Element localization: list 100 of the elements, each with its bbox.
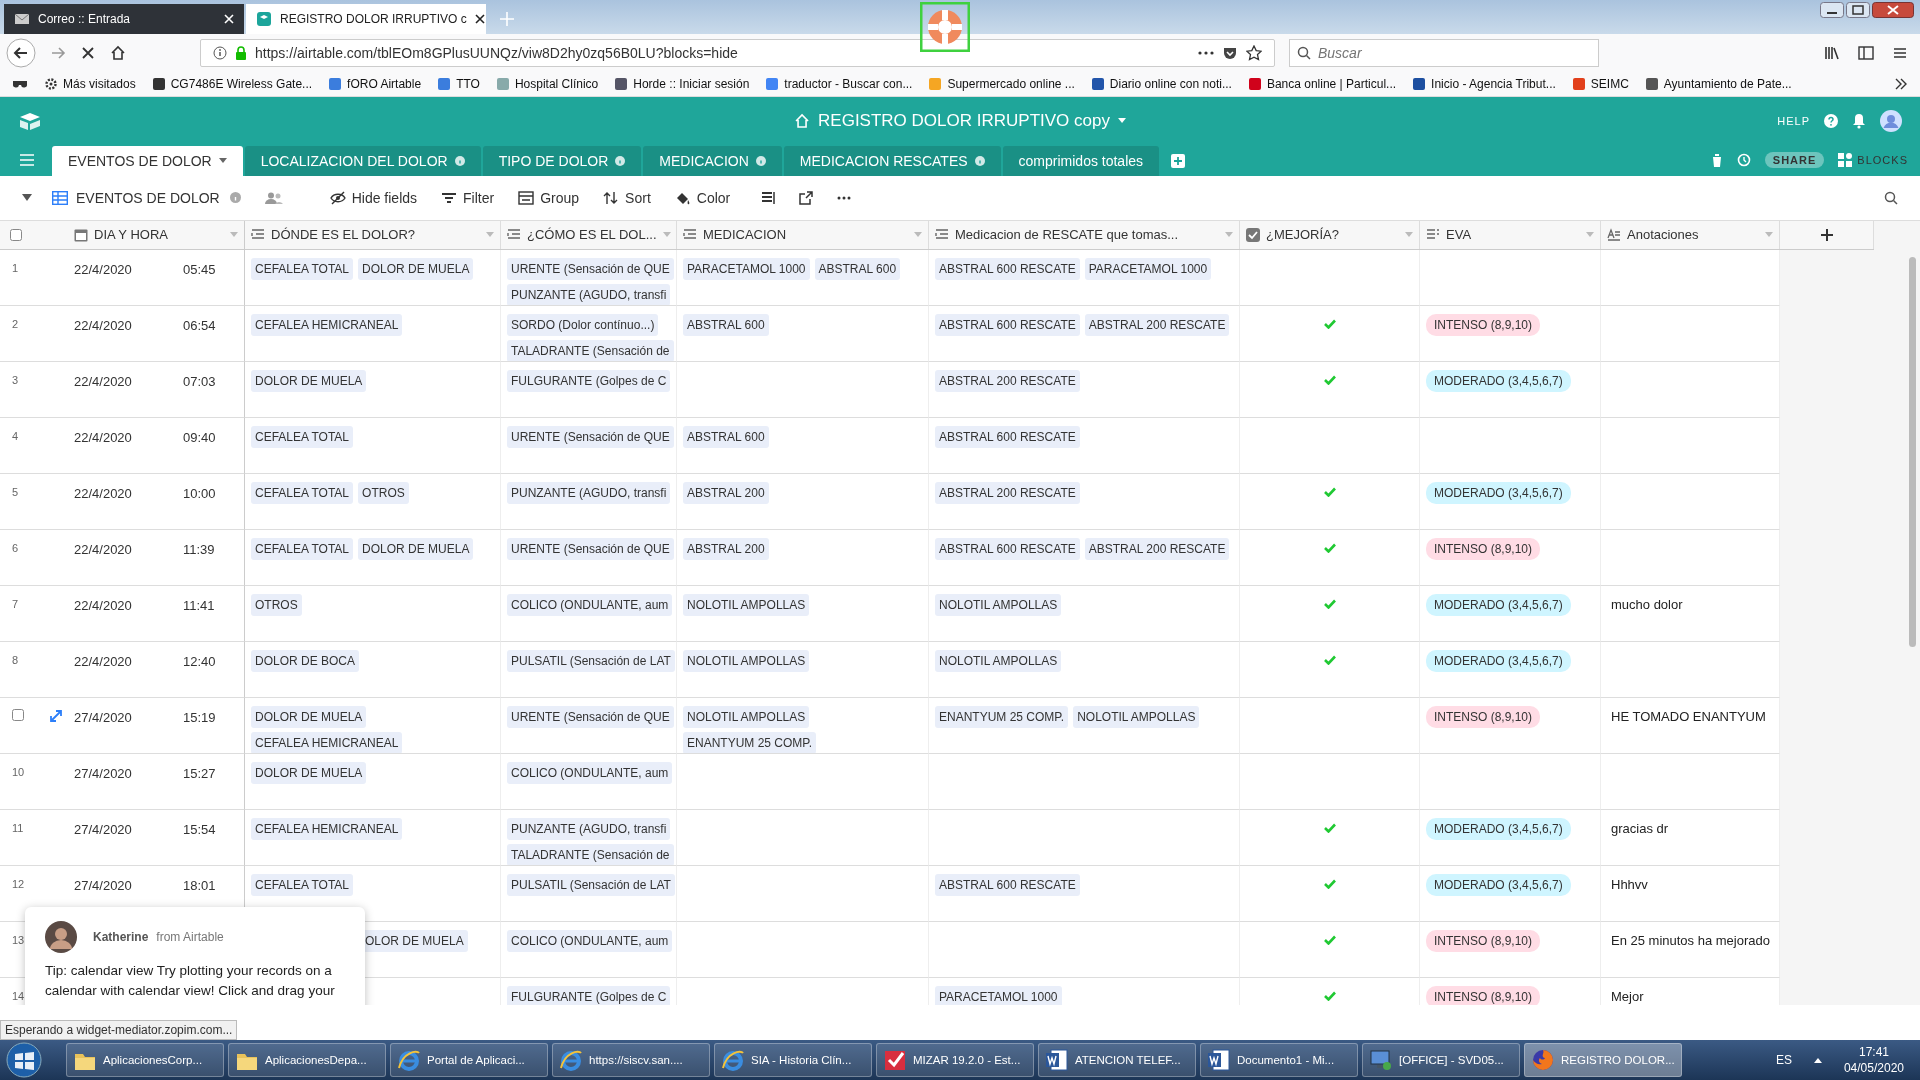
bookmark-link[interactable]: Horde :: Iniciar sesión: [614, 76, 750, 91]
table-tab[interactable]: MEDICACION RESCATES: [783, 145, 1001, 176]
taskbar-button[interactable]: REGISTRO DOLOR...: [1524, 1043, 1682, 1078]
bookmark-link[interactable]: Hospital Clínico: [495, 76, 599, 91]
chat-popup[interactable]: Katherine from Airtable Tip: calendar view Try plotting your records on a calendar with calendar view! Click and drag your: [25, 906, 365, 1006]
more-icon[interactable]: [837, 195, 852, 200]
tray-arrow-icon[interactable]: [1813, 1057, 1822, 1064]
history-icon[interactable]: [1736, 152, 1751, 167]
star-icon[interactable]: [1246, 44, 1262, 61]
bookmark-link[interactable]: SEIMC: [1571, 76, 1629, 91]
more-icon[interactable]: [1198, 50, 1214, 55]
taskbar-button[interactable]: AplicacionesDepa...: [228, 1043, 386, 1078]
taskbar-button[interactable]: AplicacionesCorp...: [66, 1043, 224, 1078]
time-text: 11:39: [183, 541, 215, 559]
date-text: 22/4/2020: [74, 429, 133, 447]
bell-icon[interactable]: [1852, 113, 1866, 130]
column-header[interactable]: ¿MEJORÍA?: [1240, 220, 1420, 249]
people-icon[interactable]: [264, 191, 283, 204]
bookmark-link[interactable]: Inicio - Agencia Tribut...: [1412, 76, 1556, 91]
maximize-icon[interactable]: [1846, 2, 1870, 18]
close-icon[interactable]: [474, 13, 485, 24]
clock-date[interactable]: 04/05/2020: [1843, 1061, 1904, 1076]
taskbar-button[interactable]: MIZAR 19.2.0 - Est...: [876, 1043, 1034, 1078]
row-height-icon[interactable]: [761, 190, 776, 205]
taskbar-button[interactable]: SIA - Historia Clín...: [714, 1043, 872, 1078]
option-tag: CEFALEA TOTAL: [251, 481, 354, 504]
trash-icon[interactable]: [1710, 152, 1723, 167]
back-icon[interactable]: [6, 37, 36, 68]
bookmark-link[interactable]: Banca online | Particul...: [1247, 76, 1397, 91]
help-icon[interactable]: [1824, 114, 1838, 129]
toolbar-button[interactable]: Color: [667, 185, 738, 210]
bookmark-link[interactable]: fORO Airtable: [328, 76, 422, 91]
column-header[interactable]: DIA Y HORA: [68, 220, 245, 249]
expand-icon[interactable]: [50, 709, 62, 722]
taskbar-button[interactable]: ATENCION TELEF...: [1038, 1043, 1196, 1078]
taskbar-button[interactable]: [OFFICE] - SVD05...: [1362, 1043, 1520, 1078]
bookmark-link[interactable]: traductor - Buscar con...: [765, 76, 913, 91]
taskbar-button[interactable]: https://siscv.san....: [552, 1043, 710, 1078]
toolbar-button[interactable]: Sort: [596, 185, 658, 210]
browser-tab[interactable]: Correo :: Entrada: [4, 3, 244, 34]
site-icon: [614, 76, 629, 91]
add-table-icon[interactable]: [1171, 153, 1186, 168]
option-tag: ENANTYUM 25 COMP.: [683, 731, 817, 753]
table-tab[interactable]: comprimidos totales: [1002, 145, 1160, 176]
address-field[interactable]: https://airtable.com/tblEOm8GPlusUUNQz/viw8D2hy0zq56B0LU?blocks=hide: [200, 38, 1275, 67]
column-header[interactable]: DÓNDE ES EL DOLOR?: [245, 220, 501, 249]
search-icon[interactable]: [1884, 190, 1898, 205]
table-tab[interactable]: LOCALIZACION DEL DOLOR: [244, 145, 481, 176]
home-icon[interactable]: [110, 44, 126, 61]
taskbar-button[interactable]: Portal de Aplicaci...: [390, 1043, 548, 1078]
check-icon: [1323, 374, 1336, 385]
checkbox[interactable]: [10, 228, 22, 241]
browser-tab[interactable]: REGISTRO DOLOR IRRUPTIVO c: [246, 3, 486, 34]
sidebar-icon[interactable]: [1858, 44, 1874, 61]
bookmark-link[interactable]: Ayuntamiento de Pate...: [1644, 76, 1792, 91]
start-icon[interactable]: [6, 1042, 42, 1079]
minimize-icon[interactable]: [1820, 2, 1844, 18]
close-icon[interactable]: [1872, 2, 1914, 18]
row-number: 11: [12, 820, 24, 834]
bookmark-link[interactable]: Más visitados: [44, 76, 136, 91]
rating-tag: MODERADO (3,4,5,6,7): [1426, 481, 1571, 504]
time-text: 11:41: [183, 597, 215, 615]
toolbar-button[interactable]: Filter: [434, 185, 502, 210]
bookmark-link[interactable]: CG7486E Wireless Gate...: [151, 76, 313, 91]
clock-time[interactable]: 17:41: [1858, 1045, 1889, 1060]
check-icon: [1323, 990, 1336, 1001]
library-icon[interactable]: [1824, 44, 1840, 61]
option-tag: PULSATIL (Sensación de LAT: [507, 649, 675, 672]
taskbar-button[interactable]: Documento1 - Mi...: [1200, 1043, 1358, 1078]
chevron-icon[interactable]: [1894, 77, 1908, 90]
language-indicator[interactable]: ES: [1775, 1053, 1792, 1068]
table-tab[interactable]: MEDICACION: [643, 145, 782, 176]
option-tag: DOLOR DE MUELA: [358, 257, 474, 280]
scrollbar-thumb[interactable]: [1909, 256, 1916, 647]
note-text: En 25 minutos ha mejorado: [1610, 931, 1771, 950]
search-field[interactable]: Buscar: [1289, 38, 1599, 67]
table-tab[interactable]: TIPO DE DOLOR: [482, 145, 642, 176]
table-tab[interactable]: EVENTOS DE DOLOR: [52, 145, 243, 176]
option-tag: DOLOR DE BOCA: [251, 649, 360, 672]
column-header[interactable]: Medicacion de RESCATE que tomas...: [929, 220, 1240, 249]
bookmark-link[interactable]: Diario online con noti...: [1090, 76, 1232, 91]
bookmark-link[interactable]: Supermercado online ...: [928, 76, 1075, 91]
logo-icon[interactable]: [18, 111, 42, 132]
share-view-icon[interactable]: [799, 190, 814, 205]
row-checkbox[interactable]: [12, 708, 24, 721]
collapse-icon[interactable]: [22, 193, 32, 202]
column-header[interactable]: MEDICACION: [677, 220, 929, 249]
caret-icon: [486, 231, 494, 238]
bookmark-link[interactable]: TTO: [437, 76, 480, 91]
column-header[interactable]: EVA: [1420, 220, 1601, 249]
share-button[interactable]: SHARE: [1764, 151, 1825, 168]
toolbar-button[interactable]: Group: [511, 185, 587, 210]
view-switcher[interactable]: EVENTOS DE DOLOR: [52, 189, 220, 206]
forward-icon[interactable]: [50, 44, 66, 61]
blocks-button[interactable]: BLOCKS: [1838, 152, 1908, 167]
site-icon: [151, 76, 166, 91]
stop-icon[interactable]: [80, 44, 96, 61]
column-header[interactable]: ¿CÓMO ES EL DOL...: [501, 220, 677, 249]
toolbar-button[interactable]: Hide fields: [322, 185, 425, 210]
option-tag: ABSTRAL 200: [683, 537, 769, 560]
